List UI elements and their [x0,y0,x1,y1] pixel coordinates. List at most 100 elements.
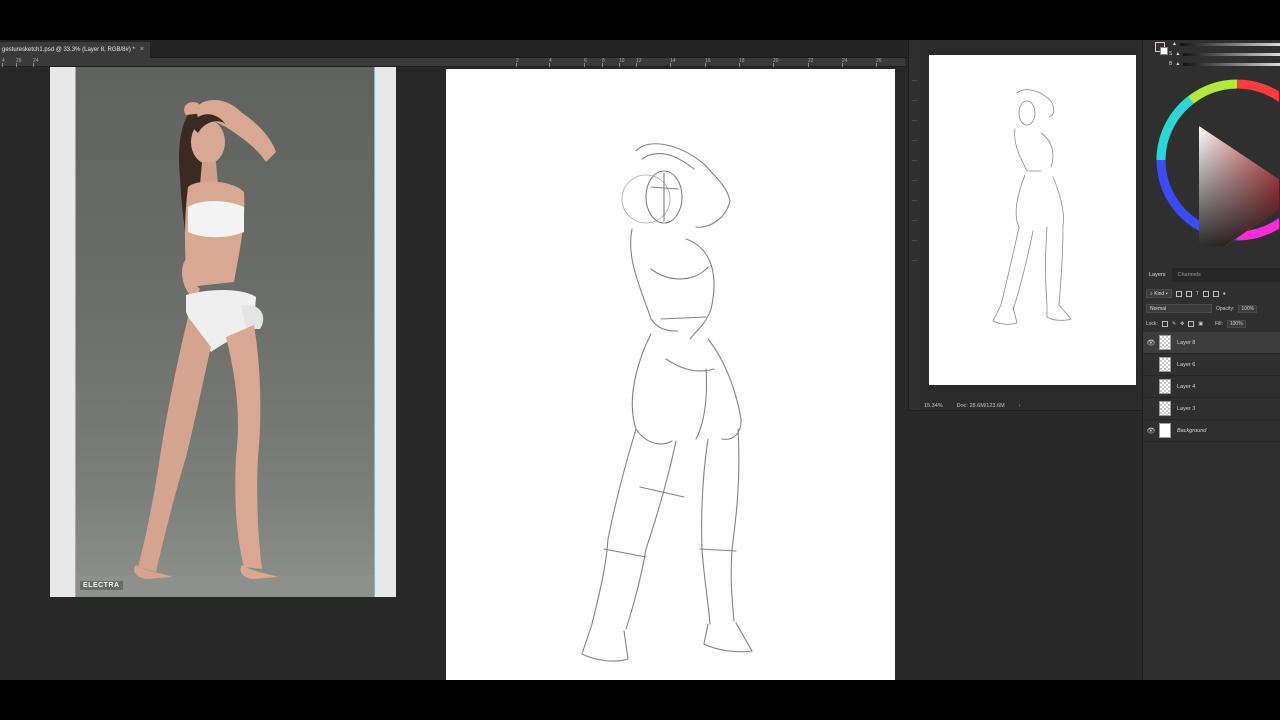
layer-row[interactable]: Layer 4 [1143,376,1280,398]
color-slider-s[interactable]: S ▲ [1169,50,1280,58]
grip-line [912,100,917,101]
photo-watermark: ELECTRA [80,581,123,590]
document-workspace[interactable]: ELECTRA [8,67,905,680]
lock-fill-row: Lock: ✎ ✥ ▣ Fill: 100% [1146,318,1246,329]
background-color-swatch[interactable] [1160,47,1168,55]
blend-mode-select[interactable]: Normal [1146,304,1212,313]
grip-line [912,200,917,201]
close-icon[interactable]: × [140,42,144,58]
ruler-label: 22 [808,58,814,67]
visibility-eye-icon[interactable]: 👁 [1143,427,1159,435]
panel-collapse-strip[interactable] [908,40,920,410]
slider-handle-icon[interactable]: ▲ [1175,61,1180,67]
blend-opacity-row: Normal Opacity: 100% [1146,303,1258,314]
grip-line [912,180,917,181]
slider-label: B [1169,61,1173,67]
reference-photo-frame: ELECTRA [50,67,396,597]
layer-row[interactable]: Layer 6 [1143,354,1280,376]
left-ruler [0,67,8,680]
status-menu-arrow-icon[interactable]: › [1019,403,1021,409]
ruler-label: 4 [549,58,552,67]
slider-handle-icon[interactable]: ▲ [1172,41,1177,47]
document-tab-bar: gesturesketch1.psd @ 33.3% (Layer 8, RGB… [0,40,910,58]
ruler-label: 4 [2,58,5,67]
empty-panel-area [908,410,1142,680]
layer-row[interactable]: Layer 3 [1143,398,1280,420]
ruler-label: 24 [33,58,39,67]
navigator-thumbnail[interactable] [929,55,1136,385]
grip-line [912,260,917,261]
fill-field[interactable]: 100% [1226,319,1246,328]
layer-filter-select[interactable]: ⌕ Kind ▾ [1146,289,1172,298]
gesture-sketch [581,143,753,662]
filter-label: Kind [1154,291,1165,297]
lock-image-icon[interactable]: ✎ [1172,321,1176,327]
layer-name: Layer 4 [1177,383,1196,390]
ruler-label: 14 [670,58,676,67]
layer-name: Layer 8 [1177,339,1196,346]
filter-pixel-icon[interactable] [1175,290,1182,297]
lock-artboard-icon[interactable] [1188,320,1195,327]
tab-layers[interactable]: Layers [1143,268,1172,282]
filter-toggle-icon[interactable]: ● [1223,291,1226,297]
ruler-label: 10 [619,58,625,67]
letterbox-bottom [0,680,1280,720]
document-size-info: Doc: 28.6M/123.6M [956,403,1005,409]
opacity-field[interactable]: 100% [1238,304,1258,313]
tab-channels[interactable]: Channels [1172,268,1207,282]
zoom-level[interactable]: 15.34% [924,403,943,409]
ruler-label: 26 [876,58,882,67]
lock-position-icon[interactable]: ✥ [1180,321,1184,327]
sketch-canvas[interactable] [446,69,895,680]
layer-thumbnail [1159,423,1171,438]
letterbox-top [0,0,1280,40]
grip-line [912,80,917,81]
color-slider-h[interactable]: ▲ [1169,40,1280,48]
filter-smart-object-icon[interactable] [1212,290,1219,297]
grip-line [912,120,917,121]
layers-panel-tabs: Layers Channels [1143,268,1280,282]
grip-line [912,140,917,141]
filter-adjustment-icon[interactable] [1185,290,1192,297]
top-ruler: 4 26 24 2 4 6 8 10 12 14 16 18 20 22 24 … [0,58,905,67]
slider-track[interactable] [1183,52,1280,56]
photoshop-window: gesturesketch1.psd @ 33.3% (Layer 8, RGB… [0,40,1280,680]
ruler-label: 24 [842,58,848,67]
opacity-label: Opacity: [1216,305,1235,312]
color-wheel[interactable] [1151,76,1279,246]
lock-transparency-icon[interactable] [1161,320,1168,327]
layer-thumbnail [1159,401,1171,416]
layer-row[interactable]: 👁 Background [1143,420,1280,442]
reference-photo: ELECTRA [75,67,375,597]
grip-line [912,240,917,241]
grip-line [912,220,917,221]
layer-name: Layer 6 [1177,361,1196,368]
slider-track[interactable] [1183,62,1280,66]
layer-filter-row: ⌕ Kind ▾ T ● [1146,288,1226,299]
layer-thumbnail [1159,357,1171,372]
model-figure [76,100,374,597]
lock-all-icon[interactable]: ▣ [1198,321,1203,327]
slider-track[interactable] [1179,42,1280,46]
grip-line [912,160,917,161]
layer-thumbnail [1159,335,1171,350]
slider-handle-icon[interactable]: ▲ [1175,51,1180,57]
color-slider-b[interactable]: B ▲ [1169,60,1280,68]
ruler-label: 6 [584,58,587,67]
document-tab[interactable]: gesturesketch1.psd @ 33.3% (Layer 8, RGB… [0,42,150,58]
filter-shape-icon[interactable] [1202,290,1209,297]
layer-name: Layer 3 [1177,405,1196,412]
ruler-label: 16 [705,58,711,67]
filter-type-icon[interactable]: T [1196,291,1199,297]
layer-thumbnail [1159,379,1171,394]
visibility-eye-icon[interactable]: 👁 [1143,339,1159,347]
slider-label: S [1169,51,1173,57]
thumbnail-sketch [992,89,1072,325]
document-tab-title: gesturesketch1.psd @ 33.3% (Layer 8, RGB… [2,47,135,53]
ruler-label: 18 [739,58,745,67]
ruler-label: 12 [636,58,642,67]
layer-name: Background [1177,427,1207,434]
layer-row[interactable]: 👁 Layer 8 [1143,332,1280,354]
ruler-label: 8 [602,58,605,67]
ruler-label: 2 [516,58,519,67]
